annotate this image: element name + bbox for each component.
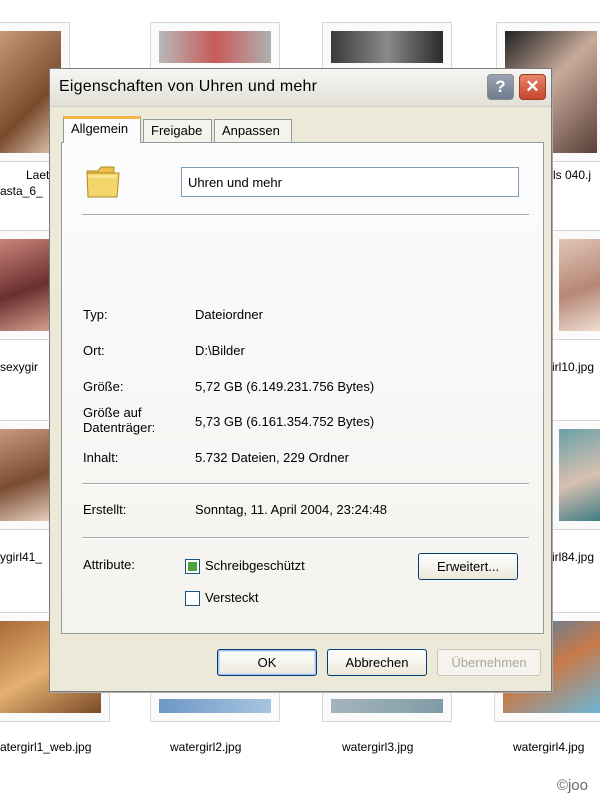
close-button[interactable]: ✕ [519,74,546,100]
folder-name-input[interactable] [181,167,519,197]
type-value: Dateiordner [195,307,263,322]
separator [82,537,529,539]
contents-value: 5.732 Dateien, 229 Ordner [195,450,349,465]
help-button[interactable]: ? [487,74,514,100]
separator [82,483,529,485]
readonly-checkbox[interactable] [185,559,200,574]
disk-size-label-line2: Datenträger: [83,420,156,435]
created-value: Sonntag, 11. April 2004, 23:24:48 [195,502,388,517]
advanced-button[interactable]: Erweitert... [418,553,518,580]
size-value: 5,72 GB (6.149.231.756 Bytes) [195,379,375,394]
created-label: Erstellt: [83,502,127,517]
readonly-label[interactable]: Schreibgeschützt [205,558,305,574]
properties-dialog: Eigenschaften von Uhren und mehr ? ✕ All… [49,68,552,692]
tab-label: Freigabe [151,123,203,138]
thumbnail[interactable] [150,690,280,722]
tab-freigabe[interactable]: Freigabe [143,119,212,143]
disk-size-value: 5,73 GB (6.161.354.752 Bytes) [195,414,375,429]
tab-label: Anpassen [222,123,280,138]
type-label: Typ: [83,307,108,322]
thumbnail-caption: Laet [26,168,50,182]
hidden-label[interactable]: Versteckt [205,590,258,606]
help-icon: ? [495,77,506,96]
hidden-checkbox[interactable] [185,591,200,606]
close-icon: ✕ [525,77,540,96]
thumbnail-caption: irl84.jpg [552,550,595,564]
folder-icon [86,166,120,198]
cancel-button[interactable]: Abbrechen [327,649,427,676]
attributes-label: Attribute: [83,557,136,572]
thumbnail-caption: irl10.jpg [552,360,595,374]
thumbnail[interactable] [150,22,280,72]
thumbnail[interactable] [550,420,600,530]
location-value: D:\Bilder [195,343,245,358]
thumbnail-caption: atergirl1_web.jpg [0,740,92,754]
ok-button[interactable]: OK [217,649,317,676]
tab-anpassen[interactable]: Anpassen [214,119,292,143]
disk-size-label: Größe auf [83,405,142,420]
dialog-title: Eigenschaften von Uhren und mehr [59,78,318,95]
tab-panel-allgemein: Typ: Dateiordner Ort: D:\Bilder Größe: 5… [61,142,544,634]
thumbnail-caption: watergirl2.jpg [170,740,242,754]
size-label: Größe: [83,379,124,394]
thumbnail[interactable] [322,690,452,722]
thumbnail-caption: ygirl41_ [0,550,43,564]
tab-allgemein[interactable]: Allgemein [63,116,141,143]
tab-label: Allgemein [71,121,129,136]
separator [82,214,529,216]
thumbnail-caption: watergirl3.jpg [342,740,414,754]
thumbnail-caption: watergirl4.jpg [513,740,585,754]
location-label: Ort: [83,343,105,358]
thumbnail-caption: sexygir [0,360,39,374]
thumbnail[interactable] [322,22,452,72]
thumbnail-caption: ls 040.j [553,168,592,182]
title-bar[interactable]: Eigenschaften von Uhren und mehr ? ✕ [50,69,551,107]
thumbnail-caption: asta_6_ [0,184,43,198]
watermark: ©joo [556,777,588,794]
thumbnail[interactable] [550,230,600,340]
contents-label: Inhalt: [83,450,119,465]
apply-button: Übernehmen [437,649,541,676]
